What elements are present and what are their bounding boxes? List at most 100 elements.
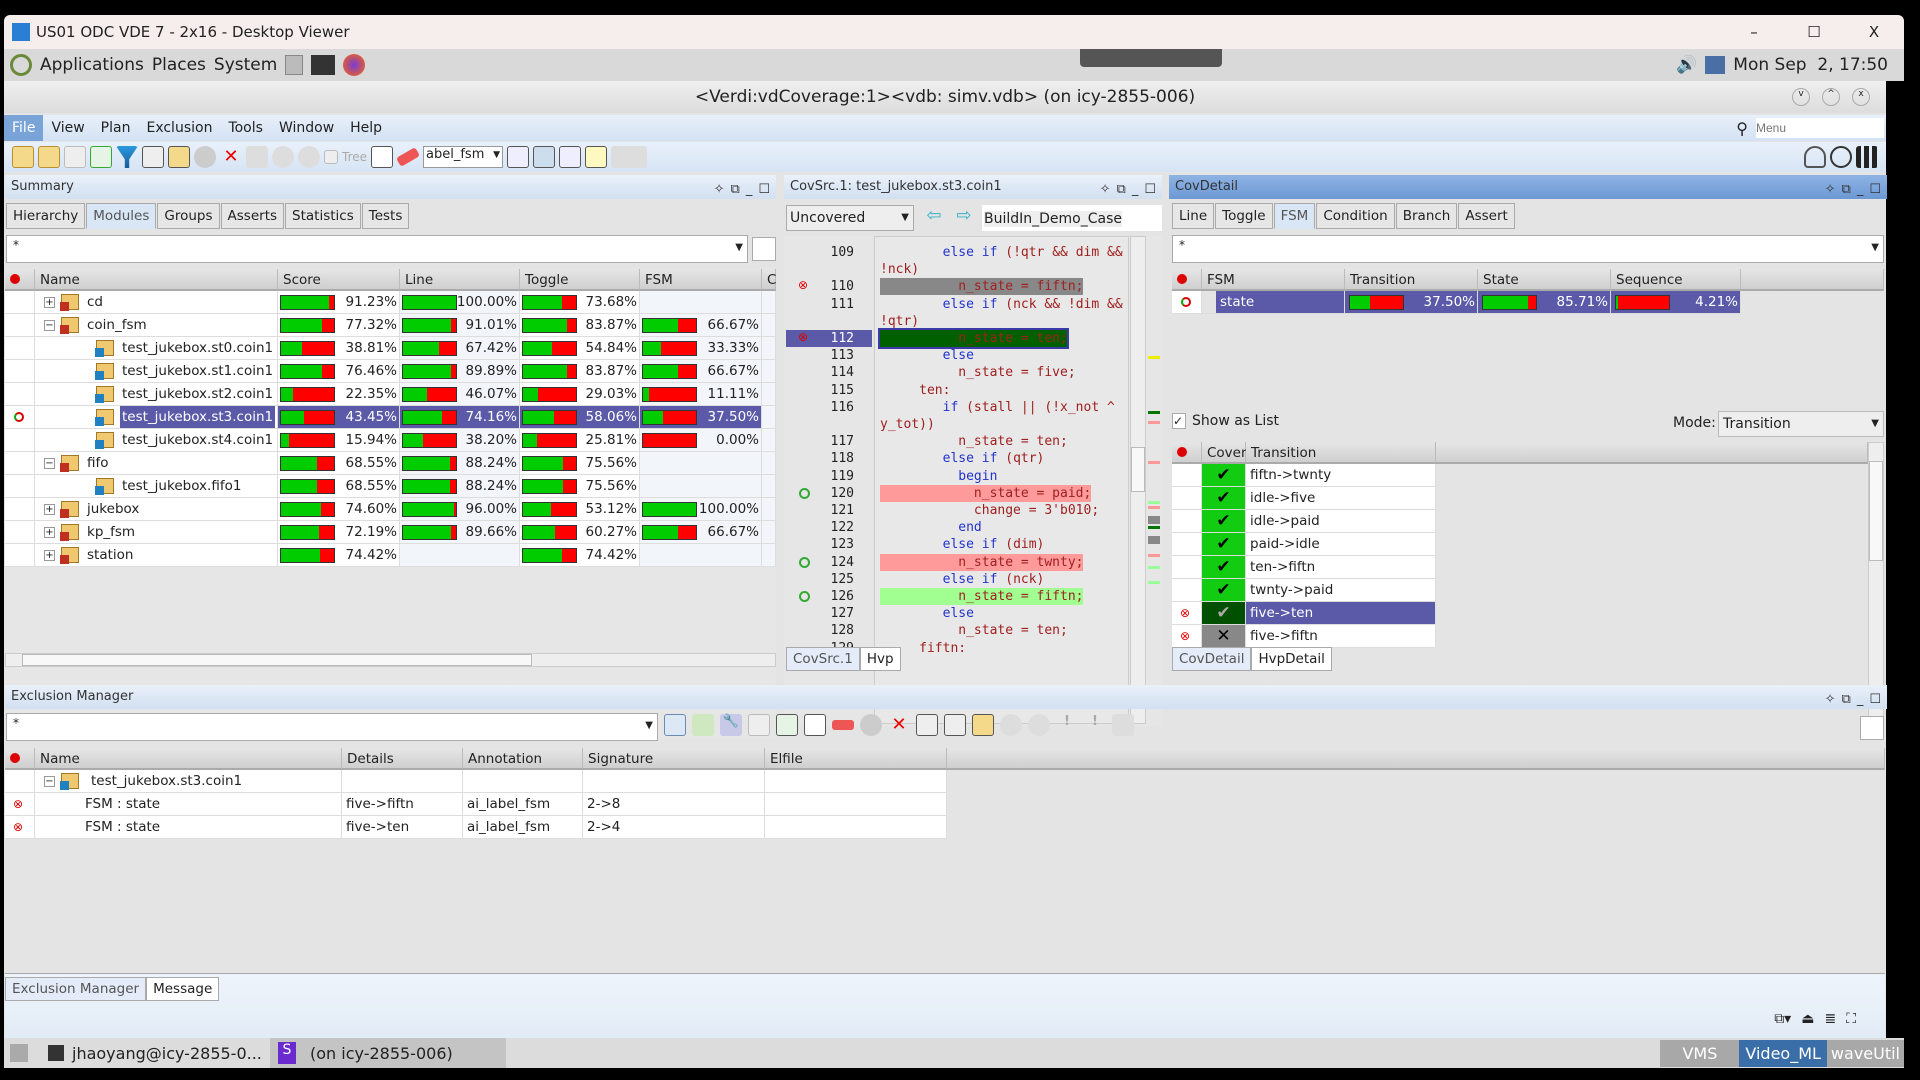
tab-statistics[interactable]: Statistics [285,203,361,229]
pin-icon[interactable]: ✧ [1825,178,1836,202]
transition-vscrollbar[interactable] [1868,442,1884,724]
column-chooser-icon[interactable] [752,237,776,261]
table-row[interactable]: ⊗ ✔ five->ten [1172,602,1436,625]
menu-exclusion[interactable]: Exclusion [138,120,220,136]
edit-annotation-icon[interactable] [804,714,826,736]
table-row[interactable]: state 37.50% 85.71% 4.21% [1172,291,1741,314]
warning-icon[interactable]: ! [1056,714,1078,736]
tab-modules[interactable]: Modules [86,203,157,229]
column-header-name[interactable]: Name [35,269,278,291]
edit-annotation-icon[interactable] [371,146,394,168]
float-icon[interactable]: ⧉ [1842,178,1851,202]
delete-icon[interactable]: ✕ [888,714,910,736]
table-row[interactable]: + kp_fsm 72.19% 89.66% 60.27% 66.67% [5,521,776,544]
column-header-marker[interactable] [5,748,35,770]
summary-hscrollbar[interactable] [5,653,776,667]
chevron-down-icon[interactable]: ▼ [1871,242,1879,253]
eraser-icon[interactable] [395,147,421,167]
column-header-c[interactable]: C [762,269,776,291]
column-header-transition[interactable]: Transition [1246,442,1436,464]
add-exclusion-icon[interactable] [90,146,112,168]
table-row[interactable]: test_jukebox.st3.coin1 43.45% 74.16% 58.06%… [5,406,776,429]
code-line[interactable]: else [880,605,974,622]
float-icon[interactable]: ⧉ [1842,688,1851,712]
summary-filter-input[interactable]: * ▼ [6,235,748,263]
volume-icon[interactable]: 🔊 [1676,55,1697,75]
open-folder-icon[interactable] [12,146,34,168]
column-header-score[interactable]: Score [278,269,400,291]
minimize-button[interactable]: – [1724,23,1784,41]
flat-view-icon[interactable] [692,714,714,736]
fullscreen-icon[interactable]: ⛶ [1846,1011,1856,1027]
taskbar-item-terminal[interactable]: jhaoyang@icy-2855-0... [40,1044,270,1063]
code-line[interactable]: n_state = ten; [880,433,1068,450]
code-line[interactable]: n_state = five; [880,364,1075,381]
viewer-toolbar-handle[interactable] [1080,49,1222,67]
covdetail-filter-input[interactable]: * ▼ [1172,235,1884,263]
sync-icon[interactable] [611,146,648,168]
play-circle-icon[interactable] [1028,714,1050,736]
code-line[interactable]: if (stall || (!x_not ^ [880,399,1115,416]
exclusion-filter-input[interactable]: * ▼ [6,713,658,741]
code-line[interactable]: else if (nck) [880,571,1045,588]
column-header-line[interactable]: Line [400,269,520,291]
save-exclusion-icon[interactable] [916,714,938,736]
float-icon[interactable]: ⧉ [1117,178,1126,202]
close-circle-icon[interactable]: x [1852,88,1870,106]
column-header-marker[interactable] [1172,269,1202,291]
history-icon[interactable] [1830,146,1852,168]
pin-icon[interactable]: ✧ [714,178,725,202]
tab-line[interactable]: Line [1172,203,1215,229]
expand-icon[interactable]: + [44,527,55,538]
clear-icon[interactable] [246,146,268,168]
tab-toggle[interactable]: Toggle [1215,203,1273,229]
table-row[interactable]: test_jukebox.fifo1 68.55% 88.24% 75.56% [5,475,776,498]
maximize-icon[interactable]: ☐ [1869,688,1881,712]
close-button[interactable]: X [1844,23,1904,41]
minimize-icon[interactable]: _ [1132,178,1139,202]
undo-icon[interactable] [194,146,216,168]
column-header-fsm[interactable]: FSM [640,269,762,291]
table-row[interactable]: test_jukebox.st0.coin1 38.81% 67.42% 54.84%… [5,337,776,360]
table-row[interactable]: − coin_fsm 77.32% 91.01% 83.87% 66.67% [5,314,776,337]
excluded-marker-icon[interactable]: ⊗ [798,330,808,344]
grid-apps-icon[interactable] [1856,146,1878,168]
save-exclusion-icon[interactable] [142,146,164,168]
coverage-overview-bar[interactable] [1148,236,1160,724]
table-row[interactable]: ✔ fiftn->twnty [1172,464,1436,487]
column-header-annotation[interactable]: Annotation [463,748,583,770]
test-name-field[interactable]: BuildIn_Demo_Case [982,205,1162,231]
tree-checkbox[interactable] [324,150,338,164]
code-line[interactable]: end [880,519,981,536]
workspace-vms[interactable]: VMS [1660,1039,1740,1067]
uncovered-circle-icon[interactable] [799,487,810,499]
code-line[interactable]: n_state = ten; [880,622,1068,639]
table-row[interactable]: ✔ idle->paid [1172,510,1436,533]
workspace-video-ml[interactable]: Video_ML [1739,1039,1827,1067]
code-line[interactable]: n_state = fiftn; [880,278,1084,296]
tab-branch[interactable]: Branch [1395,203,1458,229]
code-line[interactable]: n_state = twnty; [880,553,1084,571]
menu-file[interactable]: File [4,115,44,141]
column-header-fsm[interactable]: FSM [1202,269,1345,291]
column-header-transition[interactable]: Transition [1345,269,1478,291]
table-row[interactable]: ✔ idle->five [1172,487,1436,510]
tab-assert[interactable]: Assert [1458,203,1515,229]
chevron-down-icon[interactable]: ▼ [645,720,653,731]
maximize-icon[interactable]: ☐ [1144,178,1156,202]
float-icon[interactable]: ⧉ [731,178,740,202]
table-row[interactable]: test_jukebox.st2.coin1 22.35% 46.07% 29.03%… [5,383,776,406]
column-chooser-icon[interactable] [1860,716,1884,740]
excluded-marker-icon[interactable]: ⊗ [798,278,808,292]
tab-hvpdetail[interactable]: HvpDetail [1251,647,1332,671]
tab-covsrc-1[interactable]: CovSrc.1 [786,647,860,671]
column-header-marker[interactable] [1172,442,1202,464]
tab-hierarchy[interactable]: Hierarchy [6,203,86,229]
column-header-name[interactable]: Name [35,748,342,770]
filter-exclusion-icon[interactable] [116,146,138,168]
close-folder-icon[interactable] [38,146,60,168]
column-header-marker[interactable] [5,269,35,291]
pin-icon[interactable]: ✧ [1100,178,1111,202]
hierarchy-view-icon[interactable] [664,714,686,736]
code-line[interactable]: else if (dim) [880,536,1045,553]
